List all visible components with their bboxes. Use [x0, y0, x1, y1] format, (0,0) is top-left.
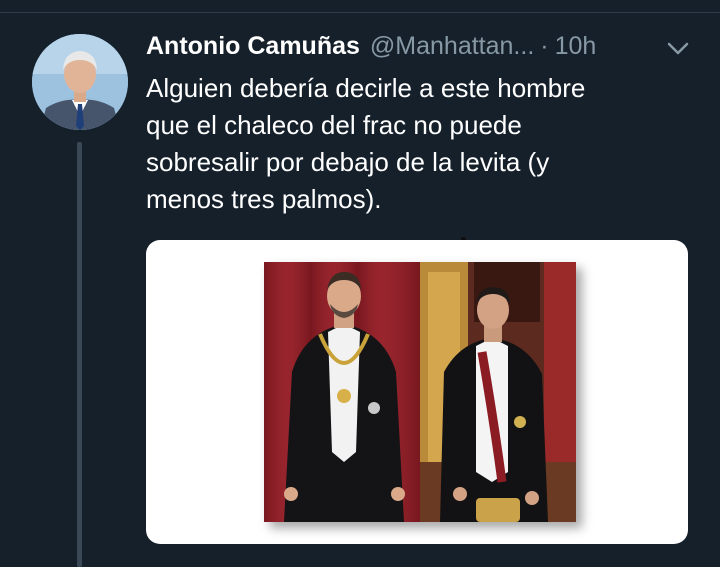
tweet-text-line: Alguien debería decirle a este hombre [146, 73, 586, 103]
tweet-time-separator: · [540, 32, 549, 60]
tweet-photo[interactable] [264, 262, 576, 522]
tweet-text: Alguien debería decirle a este hombre qu… [146, 70, 686, 218]
tweet-media-card[interactable] [146, 240, 688, 544]
tweet-text-line: que el chaleco del frac no puede [146, 110, 522, 140]
avatar-image [32, 34, 128, 130]
author-name[interactable]: Antonio Camuñas [146, 32, 360, 61]
thread-line [77, 142, 82, 567]
photo-illustration [264, 262, 576, 522]
tweet-header: Antonio Camuñas @Manhattan... · 10h [146, 32, 596, 66]
chevron-down-icon[interactable] [665, 40, 691, 58]
avatar[interactable] [32, 34, 128, 130]
tweet-text-line: menos tres palmos). [146, 184, 382, 214]
author-handle[interactable]: @Manhattan... [370, 32, 534, 61]
top-divider [0, 12, 720, 13]
tweet-text-line: sobresalir por debajo de la levita (y [146, 147, 550, 177]
tweet-time[interactable]: 10h [555, 32, 597, 61]
